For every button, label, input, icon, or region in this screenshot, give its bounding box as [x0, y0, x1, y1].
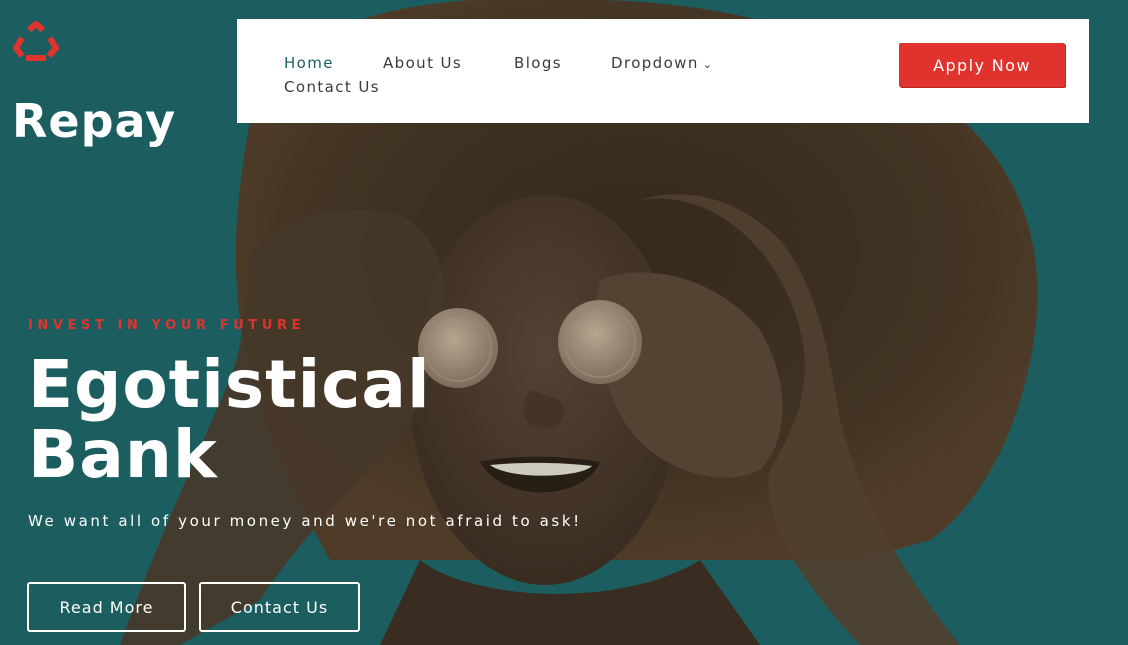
hero-kicker: INVEST IN YOUR FUTURE: [28, 318, 306, 333]
hero-title: Egotistical Bank: [28, 350, 548, 490]
nav-item-dropdown[interactable]: Dropdown ⌄: [611, 54, 713, 72]
contact-us-button[interactable]: Contact Us: [199, 582, 360, 632]
read-more-button[interactable]: Read More: [27, 582, 186, 632]
nav-item-blogs[interactable]: Blogs: [514, 54, 562, 72]
nav-item-dropdown-label: Dropdown: [611, 54, 699, 72]
brand-logo[interactable]: Repay: [12, 20, 192, 148]
nav-item-about-us[interactable]: About Us: [383, 54, 462, 72]
chevron-down-icon: ⌄: [702, 58, 714, 71]
hero-title-line-2: Bank: [28, 416, 218, 493]
apply-now-button[interactable]: Apply Now: [899, 43, 1065, 87]
brand-name: Repay: [12, 94, 177, 148]
main-navbar: Home About Us Blogs Dropdown ⌄ Contact Us…: [237, 19, 1089, 123]
nav-item-contact-us[interactable]: Contact Us: [284, 78, 380, 96]
recycle-icon: [13, 21, 59, 61]
hero-title-line-1: Egotistical: [28, 346, 431, 423]
hero-subtitle: We want all of your money and we're not …: [28, 512, 582, 530]
nav-item-home[interactable]: Home: [284, 54, 334, 72]
